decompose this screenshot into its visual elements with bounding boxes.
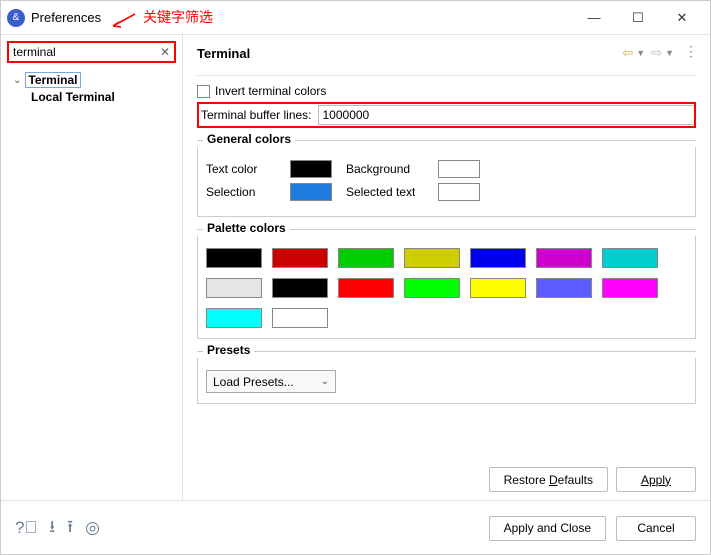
background-swatch[interactable] [438,160,480,178]
buffer-lines-input[interactable] [318,105,695,125]
palette-colors-title: Palette colors [203,221,290,235]
palette-swatch-13[interactable] [602,278,658,298]
buffer-lines-label: Terminal buffer lines: [199,106,318,124]
selection-swatch[interactable] [290,183,332,201]
background-label: Background [346,162,430,176]
palette-swatch-0[interactable] [206,248,262,268]
window-title: Preferences [31,10,101,25]
invert-colors-label: Invert terminal colors [215,84,326,98]
tree-item-terminal[interactable]: ⌄ Terminal [13,71,182,89]
sidebar: ✕ ⌄ Terminal Local Terminal [1,35,183,500]
presets-title: Presets [203,343,254,357]
app-icon: & [7,9,25,27]
preferences-tree: ⌄ Terminal Local Terminal [1,69,182,105]
annotation-text: 关键字筛选 [111,4,213,30]
selected-text-swatch[interactable] [438,183,480,201]
minimize-button[interactable]: — [572,2,616,34]
palette-grid [206,248,687,328]
load-presets-label: Load Presets... [213,375,294,389]
search-input[interactable] [9,43,174,61]
restore-defaults-button[interactable]: Restore Defaults [489,467,608,492]
palette-swatch-15[interactable] [272,308,328,328]
maximize-button[interactable]: ☐ [616,2,660,34]
palette-swatch-12[interactable] [536,278,592,298]
chevron-down-icon: ⌄ [13,75,21,86]
apply-and-close-button[interactable]: Apply and Close [489,516,606,541]
back-dropdown-icon[interactable]: ▼ [636,48,645,58]
palette-swatch-1[interactable] [272,248,328,268]
help-icon[interactable]: ?⃝ [15,518,37,538]
chevron-down-icon: ⌄ [321,376,329,387]
palette-swatch-7[interactable] [206,278,262,298]
palette-swatch-11[interactable] [470,278,526,298]
cancel-button[interactable]: Cancel [616,516,696,541]
palette-swatch-3[interactable] [404,248,460,268]
page-menu-icon[interactable] [680,45,696,61]
selection-label: Selection [206,185,282,199]
selected-text-label: Selected text [346,185,430,199]
nav-buttons: ⇦ ▼ ⇨ ▼ [622,45,696,61]
apply-button[interactable]: Apply [616,467,696,492]
page-title: Terminal [197,46,250,61]
palette-swatch-14[interactable] [206,308,262,328]
back-icon[interactable]: ⇦ [622,45,633,61]
buffer-lines-row: Terminal buffer lines: [197,102,696,128]
forward-dropdown-icon[interactable]: ▼ [665,48,674,58]
footer: ?⃝ ⭳ ⭱ ◎ Apply and Close Cancel [1,500,710,555]
text-color-swatch[interactable] [290,160,332,178]
tree-item-local-terminal[interactable]: Local Terminal [31,89,182,105]
palette-swatch-2[interactable] [338,248,394,268]
import-icon[interactable]: ⭳ [49,514,55,543]
window-controls: — ☐ ✕ [572,2,704,34]
palette-swatch-8[interactable] [272,278,328,298]
checkbox-icon [197,85,210,98]
palette-swatch-5[interactable] [536,248,592,268]
search-field-wrap: ✕ [7,41,176,63]
clear-search-icon[interactable]: ✕ [160,45,170,59]
tree-label: Terminal [25,72,80,88]
invert-colors-checkbox[interactable]: Invert terminal colors [197,84,696,98]
load-presets-dropdown[interactable]: Load Presets... ⌄ [206,370,336,393]
forward-icon[interactable]: ⇨ [651,45,662,61]
palette-swatch-6[interactable] [602,248,658,268]
content-panel: Terminal ⇦ ▼ ⇨ ▼ Invert terminal colors … [183,35,710,500]
export-icon[interactable]: ⭱ [67,514,73,543]
record-icon[interactable]: ◎ [85,518,100,538]
titlebar: & Preferences 关键字筛选 — ☐ ✕ [1,1,710,35]
palette-swatch-10[interactable] [404,278,460,298]
footer-icons: ?⃝ ⭳ ⭱ ◎ [15,514,100,543]
text-color-label: Text color [206,162,282,176]
close-button[interactable]: ✕ [660,2,704,34]
palette-swatch-4[interactable] [470,248,526,268]
general-colors-title: General colors [203,132,295,146]
palette-swatch-9[interactable] [338,278,394,298]
